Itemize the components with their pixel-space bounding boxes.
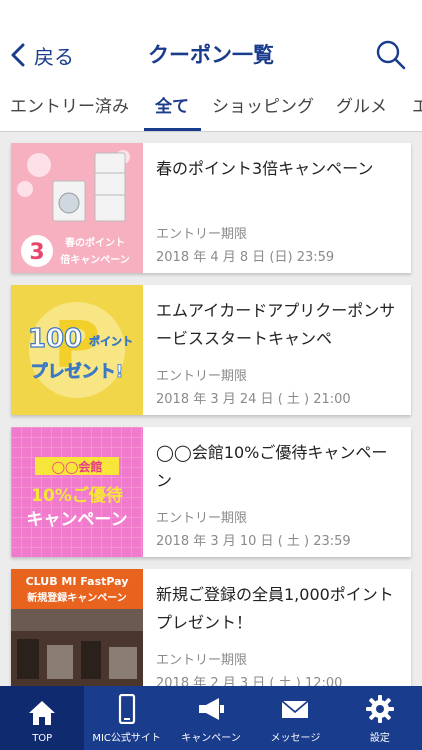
thumb-line3: キャンペーン: [26, 510, 127, 530]
tab-all[interactable]: 全て: [155, 94, 189, 130]
page-title: クーポン一覧: [148, 43, 274, 67]
hall-campaign-illustration: ◯◯会館 10%ご優待 キャンペーン: [11, 427, 143, 557]
nav-label: MIC公式サイト: [92, 733, 161, 744]
megaphone-icon: [199, 698, 225, 720]
coupon-title: 新規ご登録の全員1,000ポイントプレゼント！: [156, 585, 394, 632]
thumb-number: 3: [29, 240, 44, 265]
search-icon[interactable]: [376, 40, 406, 70]
entry-deadline-date: 2018 年 3 月 10 日 ( 土 ) 23:59: [156, 534, 351, 549]
gym-illustration: CLUB MI FastPay 新規登録キャンペーン: [11, 569, 143, 699]
thumb-line1: ◯◯会館: [52, 459, 103, 474]
entry-deadline-label: エントリー期限: [156, 653, 248, 668]
coupon-title: ◯◯会館10%ご優待キャンペーン: [156, 443, 388, 490]
point-present-illustration: P 100 ポイント プレゼント!: [11, 285, 143, 415]
active-tab-indicator: [144, 128, 201, 131]
coupon-thumbnail: P 100 ポイント プレゼント!: [11, 285, 143, 415]
nav-campaign[interactable]: キャンペーン: [169, 686, 253, 750]
thumb-line2: 新規登録キャンペーン: [27, 591, 127, 604]
gear-icon: [365, 695, 394, 723]
nav-settings[interactable]: 設定: [338, 686, 422, 750]
coupon-card[interactable]: 3 春のポイント 倍キャンペーン 春のポイント3倍キャンペーン エントリー期限 …: [11, 143, 411, 273]
coupon-thumbnail: ◯◯会館 10%ご優待 キャンペーン: [11, 427, 143, 557]
coupon-card[interactable]: P 100 ポイント プレゼント! エムアイカードアプリクーポンサービススタート…: [11, 285, 411, 415]
nav-official-site[interactable]: MIC公式サイト: [84, 686, 168, 750]
tab-gourmet[interactable]: グルメ: [336, 94, 387, 130]
category-tabs: エントリー済み 全て ショッピング グルメ エ: [0, 88, 422, 132]
coupon-card[interactable]: ◯◯会館 10%ご優待 キャンペーン ◯◯会館10%ご優待キャンペーン エントリ…: [11, 427, 411, 557]
nav-messages[interactable]: メッセージ: [253, 686, 337, 750]
coupon-title: エムアイカードアプリクーポンサービススタートキャンペ: [156, 301, 396, 348]
header: 戻る クーポン一覧: [0, 0, 422, 88]
spring-appliance-illustration: 3 春のポイント 倍キャンペーン: [11, 143, 143, 273]
coupon-title: 春のポイント3倍キャンペーン: [156, 159, 374, 178]
thumb-small: ポイント: [89, 334, 133, 348]
thumb-line1: 春のポイント: [65, 236, 125, 249]
tab-partial[interactable]: エ: [412, 94, 422, 130]
entry-deadline-date: 2018 年 4 月 8 日 (日) 23:59: [156, 250, 335, 265]
coupon-thumbnail: 3 春のポイント 倍キャンペーン: [11, 143, 143, 273]
thumb-line2: 倍キャンペーン: [60, 253, 130, 266]
smartphone-icon: [118, 694, 135, 724]
thumb-line2: 10%ご優待: [31, 485, 123, 506]
nav-label: キャンペーン: [181, 733, 241, 744]
app-screen: 戻る クーポン一覧 エントリー済み 全て ショッピング グルメ エ: [0, 0, 422, 750]
entry-deadline-label: エントリー期限: [156, 511, 248, 526]
nav-label: メッセージ: [270, 733, 321, 744]
tab-entered[interactable]: エントリー済み: [10, 94, 129, 130]
coupon-thumbnail: CLUB MI FastPay 新規登録キャンペーン: [11, 569, 143, 699]
home-icon: [29, 701, 56, 725]
nav-label: TOP: [32, 733, 53, 744]
thumb-line1: 100: [28, 324, 82, 354]
entry-deadline-date: 2018 年 3 月 24 日 ( 土 ) 21:00: [156, 392, 351, 407]
mail-icon: [281, 700, 310, 718]
entry-deadline-label: エントリー期限: [156, 227, 248, 242]
tab-shopping[interactable]: ショッピング: [212, 94, 314, 130]
thumb-line2: プレゼント!: [31, 361, 124, 382]
entry-deadline-label: エントリー期限: [156, 369, 248, 384]
bottom-navigation: TOP MIC公式サイト キャンペーン メッセージ 設定: [0, 686, 422, 750]
thumb-line1: CLUB MI FastPay: [26, 575, 129, 588]
nav-label: 設定: [369, 733, 390, 744]
coupon-card[interactable]: CLUB MI FastPay 新規登録キャンペーン 新規ご登録の全員1,000…: [11, 569, 411, 699]
nav-top[interactable]: TOP: [0, 686, 85, 750]
